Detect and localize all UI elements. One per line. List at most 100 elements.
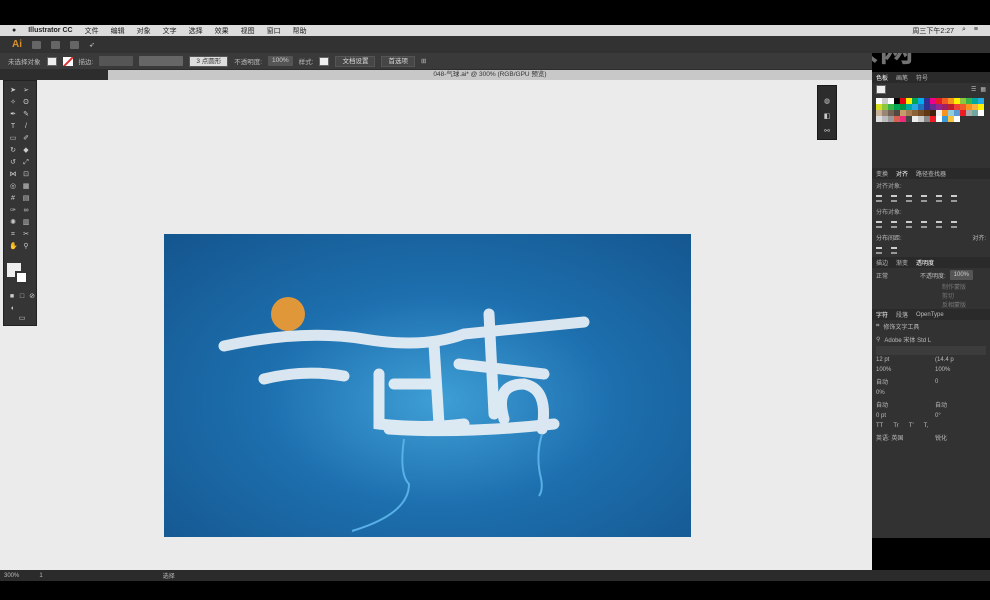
stroke-swatch[interactable] <box>62 56 73 66</box>
dist-vcenter-icon[interactable] <box>891 221 897 228</box>
hand-tool-icon[interactable]: ✋ <box>9 243 18 250</box>
color-mode-icon[interactable]: ■ <box>8 293 16 300</box>
magic-wand-icon[interactable]: ✧ <box>9 99 17 106</box>
align-top-icon[interactable] <box>921 195 927 202</box>
stroke-color-box[interactable] <box>15 271 28 284</box>
artboard-number[interactable]: 1 <box>39 573 42 579</box>
document-tab[interactable]: 048-气球.ai* @ 300% (RGB/GPU 预览) <box>108 70 872 80</box>
brush-dropdown[interactable]: 3 点圆形 <box>189 55 229 67</box>
eyedropper-icon[interactable]: ✑ <box>9 207 17 214</box>
tsume-field[interactable]: 0% <box>876 390 885 396</box>
curvature-tool-icon[interactable]: ✎ <box>22 111 30 118</box>
screen-mode-icon[interactable]: ▭ <box>16 315 28 322</box>
dist-vspace-icon[interactable] <box>876 247 882 254</box>
lasso-icon[interactable]: ʘ <box>22 99 30 106</box>
shaper-tool-icon[interactable]: ↻ <box>9 147 17 154</box>
language-select[interactable]: 英语: 英国 <box>876 433 931 442</box>
font-size-field[interactable]: 12 pt <box>876 357 931 363</box>
tab-gradient[interactable]: 渐变 <box>896 258 908 267</box>
search-icon[interactable]: ⌕ <box>962 26 966 36</box>
arrange-docs-icon[interactable] <box>70 40 79 49</box>
width-tool-icon[interactable]: ⋈ <box>9 171 17 178</box>
anti-aliasing-select[interactable]: 锐化 <box>935 433 947 442</box>
menu-select[interactable]: 选择 <box>189 26 203 36</box>
swatch[interactable] <box>954 116 960 122</box>
bridge-icon[interactable] <box>32 40 41 49</box>
dist-left-icon[interactable] <box>921 221 927 228</box>
make-mask-button[interactable]: 制作蒙版 <box>942 282 990 291</box>
tracking-field[interactable]: 0 <box>935 379 938 385</box>
gpu-rocket-icon[interactable]: ➶ <box>89 41 95 49</box>
menu-object[interactable]: 对象 <box>137 26 151 36</box>
zoom-tool-icon[interactable]: ⚲ <box>22 243 30 250</box>
align-hcenter-icon[interactable] <box>891 195 897 202</box>
mesh-tool-icon[interactable]: # <box>9 195 17 202</box>
menu-help[interactable]: 帮助 <box>293 26 307 36</box>
libraries-icon[interactable]: ◧ <box>823 113 831 120</box>
free-transform-icon[interactable]: ⊡ <box>22 171 30 178</box>
tab-transparency[interactable]: 透明度 <box>916 258 934 267</box>
document-setup-button[interactable]: 文档设置 <box>335 55 376 67</box>
graph-tool-icon[interactable]: ▥ <box>22 219 30 226</box>
tab-symbols[interactable]: 符号 <box>916 73 928 82</box>
menu-view[interactable]: 视图 <box>241 26 255 36</box>
scale-tool-icon[interactable]: ⤢ <box>22 159 30 166</box>
apple-icon[interactable]: ● <box>12 27 16 34</box>
menu-list-icon[interactable]: ≡ <box>974 26 978 36</box>
tab-swatches[interactable]: 色板 <box>876 73 888 82</box>
baseline-shift-field[interactable]: 0 pt <box>876 413 931 419</box>
font-style-select[interactable] <box>876 346 986 355</box>
links-icon[interactable]: ⚯ <box>823 128 831 135</box>
transparency-opacity-input[interactable]: 100% <box>949 270 974 280</box>
menu-effect[interactable]: 效果 <box>215 26 229 36</box>
draw-mode-icon[interactable]: ◐ <box>9 305 17 312</box>
superscript-icon[interactable]: T' <box>909 423 914 429</box>
character-rotation-field[interactable]: 0° <box>935 413 941 419</box>
menu-file[interactable]: 文件 <box>85 26 99 36</box>
artboard[interactable] <box>164 234 691 537</box>
subscript-icon[interactable]: T, <box>924 423 929 429</box>
tab-transform[interactable]: 变换 <box>876 169 888 178</box>
stroke-weight-input[interactable] <box>99 56 134 66</box>
direct-selection-tool-icon[interactable]: ➢ <box>22 87 30 94</box>
zoom-level[interactable]: 300% <box>4 573 19 579</box>
leading-field[interactable]: (14.4 p <box>935 357 954 363</box>
align-bottom-icon[interactable] <box>951 195 957 202</box>
align-left-icon[interactable] <box>876 195 882 202</box>
shape-builder-icon[interactable]: ◎ <box>9 183 17 190</box>
dist-bottom-icon[interactable] <box>906 221 912 228</box>
tab-brushes[interactable]: 画笔 <box>896 73 908 82</box>
selection-tool-icon[interactable]: ➤ <box>9 87 17 94</box>
gradient-tool-icon[interactable]: ▤ <box>22 195 30 202</box>
tab-opentype[interactable]: OpenType <box>916 312 944 318</box>
aki-left-field[interactable]: 自动 <box>876 400 931 409</box>
tab-paragraph[interactable]: 段落 <box>896 310 908 319</box>
aki-right-field[interactable]: 自动 <box>935 400 947 409</box>
vertical-scale-field[interactable]: 100% <box>876 367 931 373</box>
slice-tool-icon[interactable]: ✂ <box>22 231 30 238</box>
tab-pathfinder[interactable]: 路径查找器 <box>916 169 946 178</box>
line-tool-icon[interactable]: / <box>22 123 30 130</box>
dist-right-icon[interactable] <box>951 221 957 228</box>
all-caps-icon[interactable]: TT <box>876 423 883 429</box>
type-tool-icon[interactable]: T <box>9 123 17 130</box>
small-caps-icon[interactable]: Tr <box>893 423 898 429</box>
paintbrush-icon[interactable]: ✐ <box>22 135 30 142</box>
dist-hcenter-icon[interactable] <box>936 221 942 228</box>
align-right-icon[interactable] <box>906 195 912 202</box>
touch-type-tool-button[interactable]: 修饰文字工具 <box>883 322 919 331</box>
variable-width-profile[interactable] <box>139 56 184 66</box>
menu-window[interactable]: 窗口 <box>267 26 281 36</box>
horizontal-scale-field[interactable]: 100% <box>935 367 950 373</box>
font-family-select[interactable]: Adobe 宋体 Std L <box>884 335 931 344</box>
grid-view-icon[interactable]: ▦ <box>980 86 986 93</box>
rotate-tool-icon[interactable]: ↺ <box>9 159 17 166</box>
align-vcenter-icon[interactable] <box>936 195 942 202</box>
none-mode-icon[interactable]: ⊘ <box>28 293 36 300</box>
list-view-icon[interactable]: ☰ <box>971 86 976 93</box>
tab-stroke[interactable]: 描边 <box>876 258 888 267</box>
invert-mask-checkbox[interactable]: 反相蒙版 <box>942 300 990 309</box>
fill-swatch[interactable] <box>46 56 57 66</box>
menu-app[interactable]: Illustrator CC <box>28 27 72 34</box>
gradient-mode-icon[interactable]: □ <box>18 293 26 300</box>
